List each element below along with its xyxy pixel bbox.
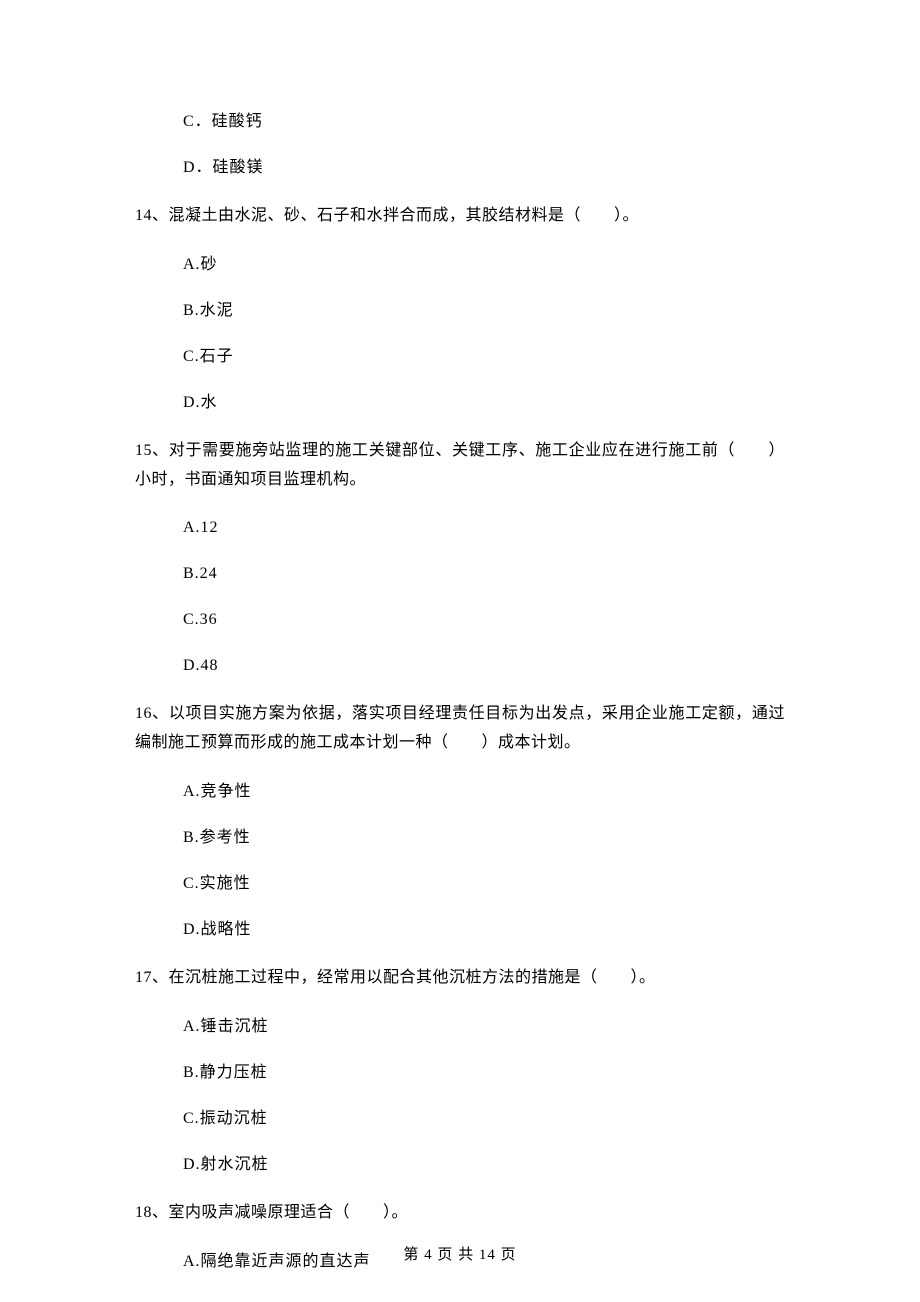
q15-option-a: A.12: [183, 516, 785, 540]
page-content: C．硅酸钙 D．硅酸镁 14、混凝土由水泥、砂、石子和水拌合而成，其胶结材料是（…: [0, 0, 920, 1274]
q17-option-b: B.静力压桩: [183, 1061, 785, 1085]
q15-text: 15、对于需要施旁站监理的施工关键部位、关键工序、施工企业应在进行施工前（ ）小…: [135, 437, 785, 495]
q16-option-b: B.参考性: [183, 826, 785, 850]
q14-option-b: B.水泥: [183, 299, 785, 323]
q17-text: 17、在沉桩施工过程中，经常用以配合其他沉桩方法的措施是（ ）。: [135, 964, 785, 993]
q13-option-c: C．硅酸钙: [183, 110, 785, 134]
q16-option-a: A.竞争性: [183, 780, 785, 804]
q17-option-c: C.振动沉桩: [183, 1107, 785, 1131]
q14-option-c: C.石子: [183, 345, 785, 369]
q14-option-d: D.水: [183, 391, 785, 415]
q13-option-d: D．硅酸镁: [183, 156, 785, 180]
q14-text: 14、混凝土由水泥、砂、石子和水拌合而成，其胶结材料是（ ）。: [135, 202, 785, 231]
q15-option-c: C.36: [183, 608, 785, 632]
q17-option-d: D.射水沉桩: [183, 1153, 785, 1177]
q15-option-d: D.48: [183, 654, 785, 678]
page-footer: 第 4 页 共 14 页: [0, 1243, 920, 1264]
q18-text: 18、室内吸声减噪原理适合（ ）。: [135, 1199, 785, 1228]
q16-option-c: C.实施性: [183, 872, 785, 896]
q16-text: 16、以项目实施方案为依据，落实项目经理责任目标为出发点，采用企业施工定额，通过…: [135, 700, 785, 758]
q15-option-b: B.24: [183, 562, 785, 586]
q14-option-a: A.砂: [183, 253, 785, 277]
q17-option-a: A.锤击沉桩: [183, 1015, 785, 1039]
q16-option-d: D.战略性: [183, 918, 785, 942]
